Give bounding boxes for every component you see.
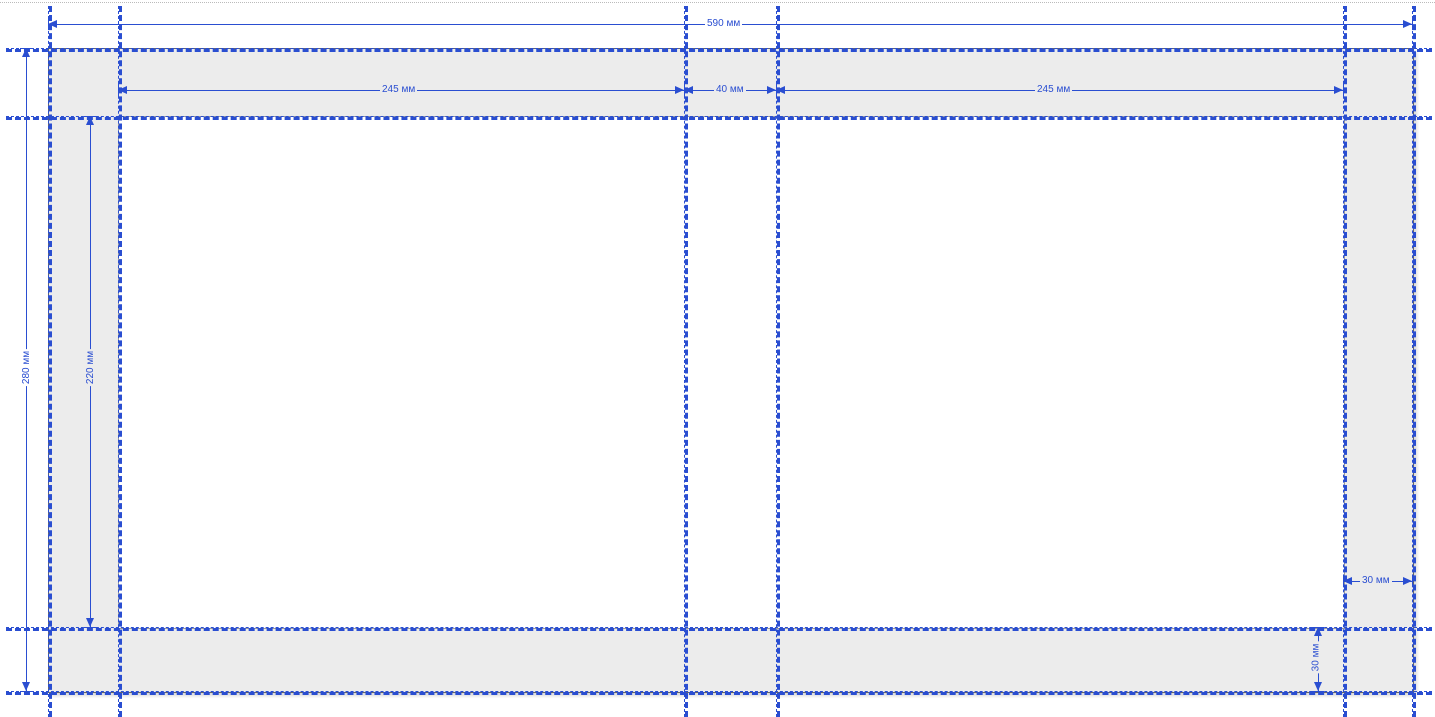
template-diagram: 590 мм 245 мм 40 мм 245 мм 280 мм 220 мм…: [0, 0, 1435, 717]
dim-total-width-tick-right: [1412, 18, 1413, 30]
arrow-left-icon: [118, 86, 127, 94]
dim-margin-bottom-tick-t: [1312, 627, 1324, 628]
arrow-down-icon: [86, 618, 94, 627]
dim-panel-left-label: 245 мм: [380, 84, 417, 95]
dim-inner-height-label: 220 мм: [85, 349, 96, 386]
dim-margin-bottom-tick-b: [1312, 691, 1324, 692]
dim-total-width-label: 590 мм: [705, 18, 742, 29]
guide-inner-right: [1343, 6, 1347, 717]
arrow-right-icon: [1403, 577, 1412, 585]
guide-outer-left: [48, 6, 52, 717]
arrow-right-icon: [1403, 20, 1412, 28]
arrow-left-icon: [1343, 577, 1352, 585]
dim-total-height-tick-bot: [20, 691, 32, 692]
guide-outer-top: [6, 48, 1432, 52]
guide-spine-left: [684, 6, 688, 717]
dim-inner-height-tick-bot: [84, 627, 96, 628]
dim-margin-right-tick-l: [1343, 575, 1344, 587]
dim-margin-right-tick-r: [1412, 575, 1413, 587]
arrow-down-icon: [1314, 682, 1322, 691]
dim-total-height-tick-top: [20, 48, 32, 49]
arrow-down-icon: [22, 682, 30, 691]
inner-safe-area: [118, 116, 1345, 629]
dim-inner-height-tick-top: [84, 116, 96, 117]
arrow-up-icon: [22, 48, 30, 57]
dim-total-height-label: 280 мм: [21, 349, 32, 386]
arrow-right-icon: [1334, 86, 1343, 94]
dim-total-width-tick-left: [48, 18, 49, 30]
arrow-up-icon: [1314, 627, 1322, 636]
guide-outer-right: [1412, 6, 1416, 717]
guide-spine-right: [776, 6, 780, 717]
guide-outer-bottom: [6, 691, 1432, 695]
page-top-guide: [0, 2, 1435, 3]
guide-inner-top: [6, 116, 1432, 120]
arrow-left-icon: [684, 86, 693, 94]
dim-margin-right-label: 30 мм: [1360, 575, 1392, 586]
dim-margin-bottom-label: 30 мм: [1310, 642, 1321, 674]
guide-inner-left: [118, 6, 122, 717]
arrow-right-icon: [767, 86, 776, 94]
guide-inner-bottom: [6, 627, 1432, 631]
arrow-up-icon: [86, 116, 94, 125]
dim-panel-right-label: 245 мм: [1035, 84, 1072, 95]
dim2-tick-4: [1343, 83, 1344, 97]
dim-spine-label: 40 мм: [714, 84, 746, 95]
arrow-right-icon: [675, 86, 684, 94]
arrow-left-icon: [776, 86, 785, 94]
arrow-left-icon: [48, 20, 57, 28]
